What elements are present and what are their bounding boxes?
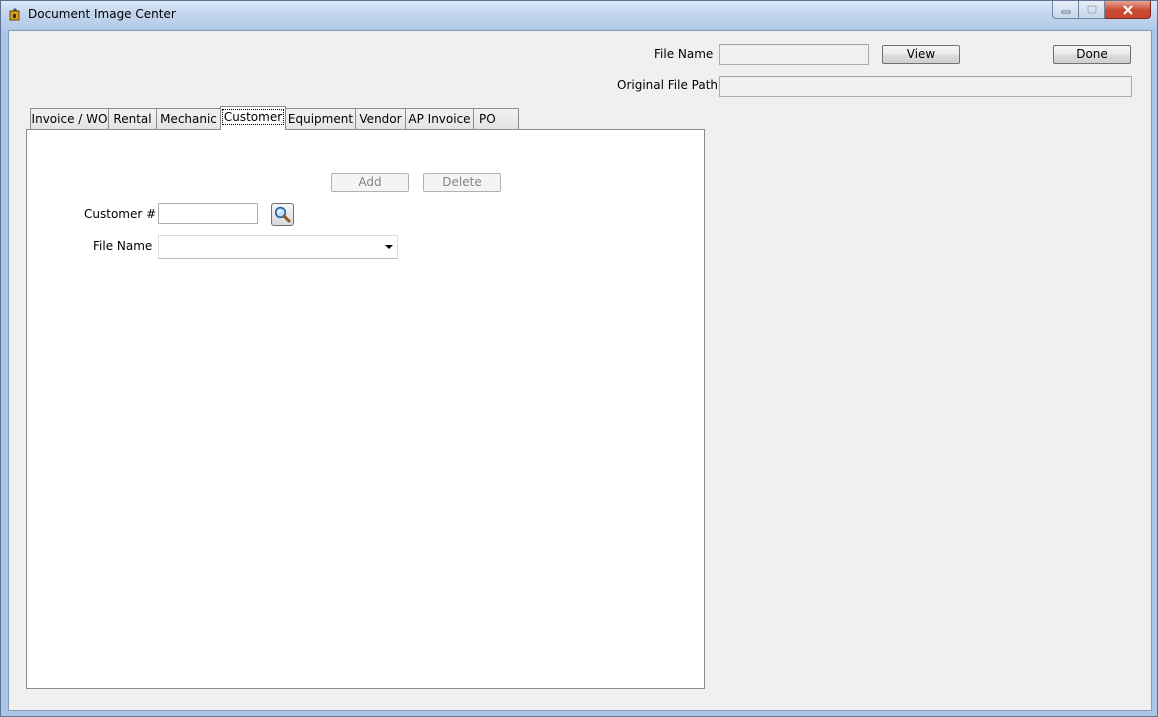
close-button[interactable] — [1105, 1, 1151, 19]
customer-number-input[interactable] — [158, 203, 258, 224]
view-button[interactable]: View — [882, 45, 960, 64]
original-file-path-field[interactable] — [719, 76, 1132, 97]
chevron-down-icon[interactable] — [385, 245, 393, 249]
tab-ap-invoice[interactable]: AP Invoice — [405, 108, 474, 129]
tab-equipment[interactable]: Equipment — [285, 108, 356, 129]
file-name-label: File Name — [654, 47, 714, 61]
tab-vendor[interactable]: Vendor — [355, 108, 406, 129]
tab-label: Rental — [113, 112, 152, 126]
window-title: Document Image Center — [28, 7, 176, 21]
tab-label: AP Invoice — [408, 112, 471, 126]
file-name-combo-label: File Name — [93, 239, 153, 253]
app-icon — [9, 8, 20, 21]
tab-customer[interactable]: Customer — [220, 106, 286, 130]
customer-number-label: Customer # — [84, 207, 157, 221]
delete-button[interactable]: Delete — [423, 173, 501, 192]
tab-label: PO — [479, 112, 496, 126]
minimize-icon — [1061, 10, 1070, 13]
minimize-button[interactable] — [1052, 1, 1079, 19]
original-file-path-label: Original File Path — [617, 78, 719, 92]
customer-lookup-button[interactable] — [271, 203, 294, 226]
tab-mechanic[interactable]: Mechanic — [156, 108, 221, 129]
tab-rental[interactable]: Rental — [108, 108, 157, 129]
close-icon — [1122, 4, 1133, 15]
tab-label: Vendor — [359, 112, 402, 126]
maximize-icon — [1086, 5, 1097, 14]
window-controls — [1052, 1, 1151, 20]
file-name-dropdown[interactable] — [158, 235, 398, 259]
magnifier-search-icon — [274, 206, 291, 223]
file-name-field[interactable] — [719, 44, 869, 65]
maximize-button[interactable] — [1079, 1, 1105, 19]
tab-label: Equipment — [287, 112, 354, 126]
tab-label: Mechanic — [160, 112, 217, 126]
tab-label: Customer — [221, 109, 285, 125]
title-bar[interactable]: Document Image Center — [1, 1, 1157, 29]
add-button[interactable]: Add — [331, 173, 409, 192]
tab-label: Invoice / WO — [31, 112, 108, 126]
tab-invoice-wo[interactable]: Invoice / WO — [30, 108, 109, 129]
tab-po[interactable]: PO — [473, 108, 519, 129]
done-button[interactable]: Done — [1053, 45, 1131, 64]
